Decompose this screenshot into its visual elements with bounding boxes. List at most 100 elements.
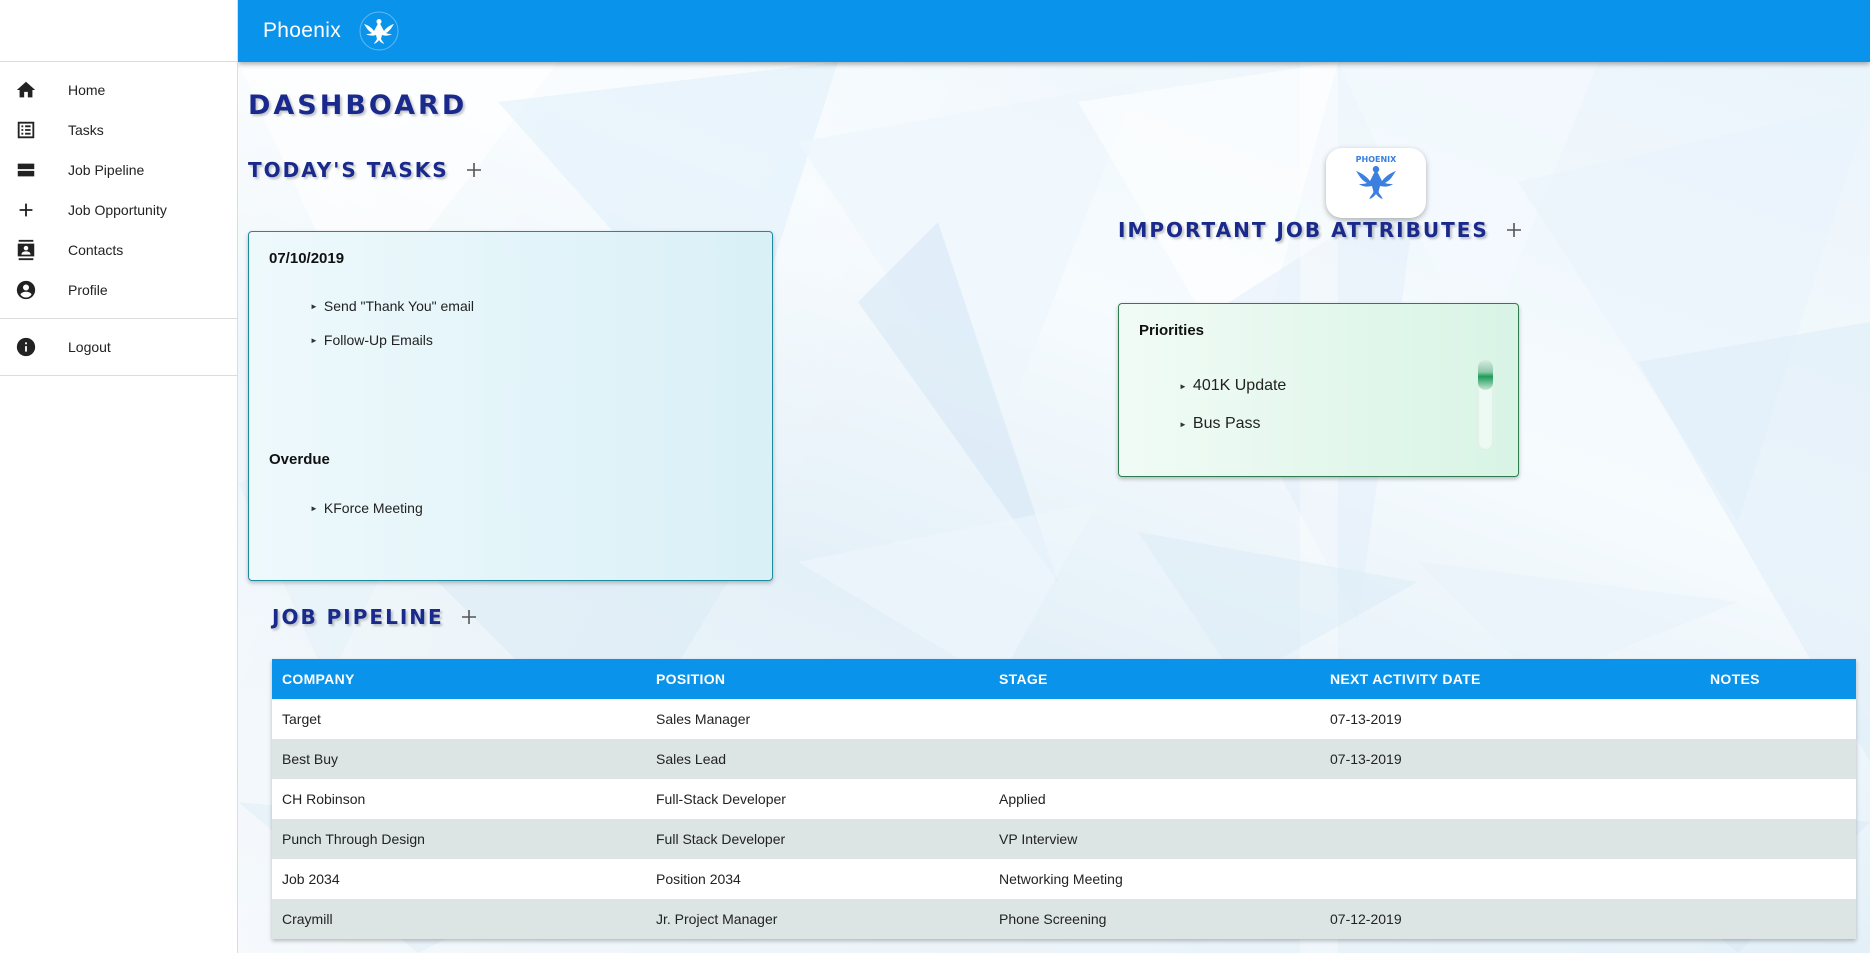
sidebar-nav-secondary: Logout bbox=[0, 319, 237, 376]
cell-stage bbox=[989, 739, 1320, 779]
column-header-position[interactable]: POSITION bbox=[646, 659, 989, 699]
plus-icon bbox=[1506, 223, 1521, 237]
phoenix-bird-icon bbox=[359, 11, 399, 51]
cell-next-activity-date: 07-13-2019 bbox=[1320, 739, 1700, 779]
attributes-heading: IMPORTANT JOB ATTRIBUTES bbox=[1118, 218, 1489, 242]
cell-notes bbox=[1700, 859, 1856, 899]
contacts-icon bbox=[15, 239, 37, 261]
view-stream-icon bbox=[15, 159, 37, 181]
add-job-button[interactable] bbox=[458, 606, 480, 628]
attribute-item[interactable]: ► 401K Update bbox=[1179, 377, 1286, 395]
table-row[interactable]: Punch Through Design Full Stack Develope… bbox=[272, 819, 1856, 859]
cell-stage: Applied bbox=[989, 779, 1320, 819]
cell-stage: Phone Screening bbox=[989, 899, 1320, 939]
sidebar-item-job-pipeline[interactable]: Job Pipeline bbox=[0, 150, 237, 190]
attribute-item[interactable]: ► Bus Pass bbox=[1179, 415, 1261, 433]
column-header-stage[interactable]: STAGE bbox=[989, 659, 1320, 699]
dashboard: DASHBOARD TODAY'S TASKS 07/10/2019 ► Sen… bbox=[238, 62, 1870, 953]
app-title: Phoenix bbox=[263, 19, 341, 42]
tasks-heading: TODAY'S TASKS bbox=[248, 158, 449, 182]
sidebar-item-logout[interactable]: Logout bbox=[0, 327, 237, 367]
plus-icon bbox=[15, 199, 37, 221]
sidebar-item-label: Tasks bbox=[68, 122, 104, 138]
sidebar: Home Tasks Job Pipeline Job Opportunity … bbox=[0, 0, 238, 953]
sidebar-item-job-opportunity[interactable]: Job Opportunity bbox=[0, 190, 237, 230]
cell-company: Craymill bbox=[272, 899, 646, 939]
task-item[interactable]: ► Follow-Up Emails bbox=[310, 332, 433, 348]
table-row[interactable]: Target Sales Manager 07-13-2019 bbox=[272, 699, 1856, 739]
cell-stage: Networking Meeting bbox=[989, 859, 1320, 899]
attribute-item-label: 401K Update bbox=[1192, 377, 1287, 394]
cell-position: Full-Stack Developer bbox=[646, 779, 989, 819]
bullet-icon: ► bbox=[310, 503, 318, 513]
cell-company: CH Robinson bbox=[272, 779, 646, 819]
phoenix-logo-badge: PHOENIX bbox=[1326, 148, 1426, 218]
priorities-label: Priorities bbox=[1139, 322, 1205, 339]
plus-icon bbox=[461, 610, 476, 624]
job-pipeline-table: COMPANY POSITION STAGE NEXT ACTIVITY DAT… bbox=[272, 659, 1856, 939]
column-header-notes[interactable]: NOTES bbox=[1700, 659, 1856, 699]
table-row[interactable]: Job 2034 Position 2034 Networking Meetin… bbox=[272, 859, 1856, 899]
cell-company: Job 2034 bbox=[272, 859, 646, 899]
cell-position: Jr. Project Manager bbox=[646, 899, 989, 939]
overdue-label: Overdue bbox=[269, 451, 330, 468]
cell-position: Full Stack Developer bbox=[646, 819, 989, 859]
account-circle-icon bbox=[15, 279, 37, 301]
scrollbar-thumb[interactable] bbox=[1478, 360, 1493, 390]
task-item-label: Send "Thank You" email bbox=[323, 298, 474, 314]
sidebar-nav: Home Tasks Job Pipeline Job Opportunity … bbox=[0, 62, 237, 319]
cell-position: Sales Manager bbox=[646, 699, 989, 739]
attributes-scrollbar[interactable] bbox=[1478, 360, 1493, 450]
pipeline-section-header: JOB PIPELINE bbox=[272, 605, 480, 629]
table-row[interactable]: CH Robinson Full-Stack Developer Applied bbox=[272, 779, 1856, 819]
sidebar-item-contacts[interactable]: Contacts bbox=[0, 230, 237, 270]
cell-notes bbox=[1700, 699, 1856, 739]
plus-icon bbox=[466, 163, 481, 177]
cell-next-activity-date bbox=[1320, 859, 1700, 899]
table-row[interactable]: Craymill Jr. Project Manager Phone Scree… bbox=[272, 899, 1856, 939]
attribute-item-label: Bus Pass bbox=[1192, 415, 1261, 432]
column-header-next-activity-date[interactable]: NEXT ACTIVITY DATE bbox=[1320, 659, 1700, 699]
cell-next-activity-date: 07-12-2019 bbox=[1320, 899, 1700, 939]
table-header-row: COMPANY POSITION STAGE NEXT ACTIVITY DAT… bbox=[272, 659, 1856, 699]
attributes-section-header: IMPORTANT JOB ATTRIBUTES bbox=[1118, 218, 1525, 242]
cell-stage bbox=[989, 699, 1320, 739]
cell-company: Best Buy bbox=[272, 739, 646, 779]
list-icon bbox=[15, 119, 37, 141]
bullet-icon: ► bbox=[310, 335, 318, 345]
sidebar-item-tasks[interactable]: Tasks bbox=[0, 110, 237, 150]
overdue-task-item[interactable]: ► KForce Meeting bbox=[310, 500, 423, 516]
tasks-date: 07/10/2019 bbox=[269, 250, 345, 267]
cell-company: Target bbox=[272, 699, 646, 739]
task-item-label: Follow-Up Emails bbox=[323, 332, 433, 348]
sidebar-item-label: Home bbox=[68, 82, 106, 98]
sidebar-item-label: Contacts bbox=[68, 242, 124, 258]
sidebar-item-label: Job Opportunity bbox=[68, 202, 167, 218]
add-task-button[interactable] bbox=[463, 159, 485, 181]
info-icon bbox=[15, 336, 37, 358]
add-attribute-button[interactable] bbox=[1503, 219, 1525, 241]
cell-position: Position 2034 bbox=[646, 859, 989, 899]
tasks-card: 07/10/2019 ► Send "Thank You" email ► Fo… bbox=[248, 231, 773, 581]
cell-position: Sales Lead bbox=[646, 739, 989, 779]
main-content: DASHBOARD TODAY'S TASKS 07/10/2019 ► Sen… bbox=[238, 62, 1870, 953]
task-item[interactable]: ► Send "Thank You" email bbox=[310, 298, 474, 314]
cell-notes bbox=[1700, 819, 1856, 859]
attributes-card: Priorities ► 401K Update ► Bus Pass bbox=[1118, 303, 1519, 477]
sidebar-item-label: Profile bbox=[68, 282, 108, 298]
cell-notes bbox=[1700, 779, 1856, 819]
cell-notes bbox=[1700, 899, 1856, 939]
cell-next-activity-date bbox=[1320, 779, 1700, 819]
home-icon bbox=[15, 79, 37, 101]
task-item-label: KForce Meeting bbox=[323, 500, 423, 516]
cell-company: Punch Through Design bbox=[272, 819, 646, 859]
table-row[interactable]: Best Buy Sales Lead 07-13-2019 bbox=[272, 739, 1856, 779]
bullet-icon: ► bbox=[1179, 381, 1187, 391]
sidebar-item-home[interactable]: Home bbox=[0, 70, 237, 110]
sidebar-header bbox=[0, 0, 237, 62]
sidebar-item-profile[interactable]: Profile bbox=[0, 270, 237, 310]
sidebar-item-label: Logout bbox=[68, 339, 111, 355]
pipeline-heading: JOB PIPELINE bbox=[272, 605, 444, 629]
tasks-section-header: TODAY'S TASKS bbox=[248, 158, 485, 182]
column-header-company[interactable]: COMPANY bbox=[272, 659, 646, 699]
